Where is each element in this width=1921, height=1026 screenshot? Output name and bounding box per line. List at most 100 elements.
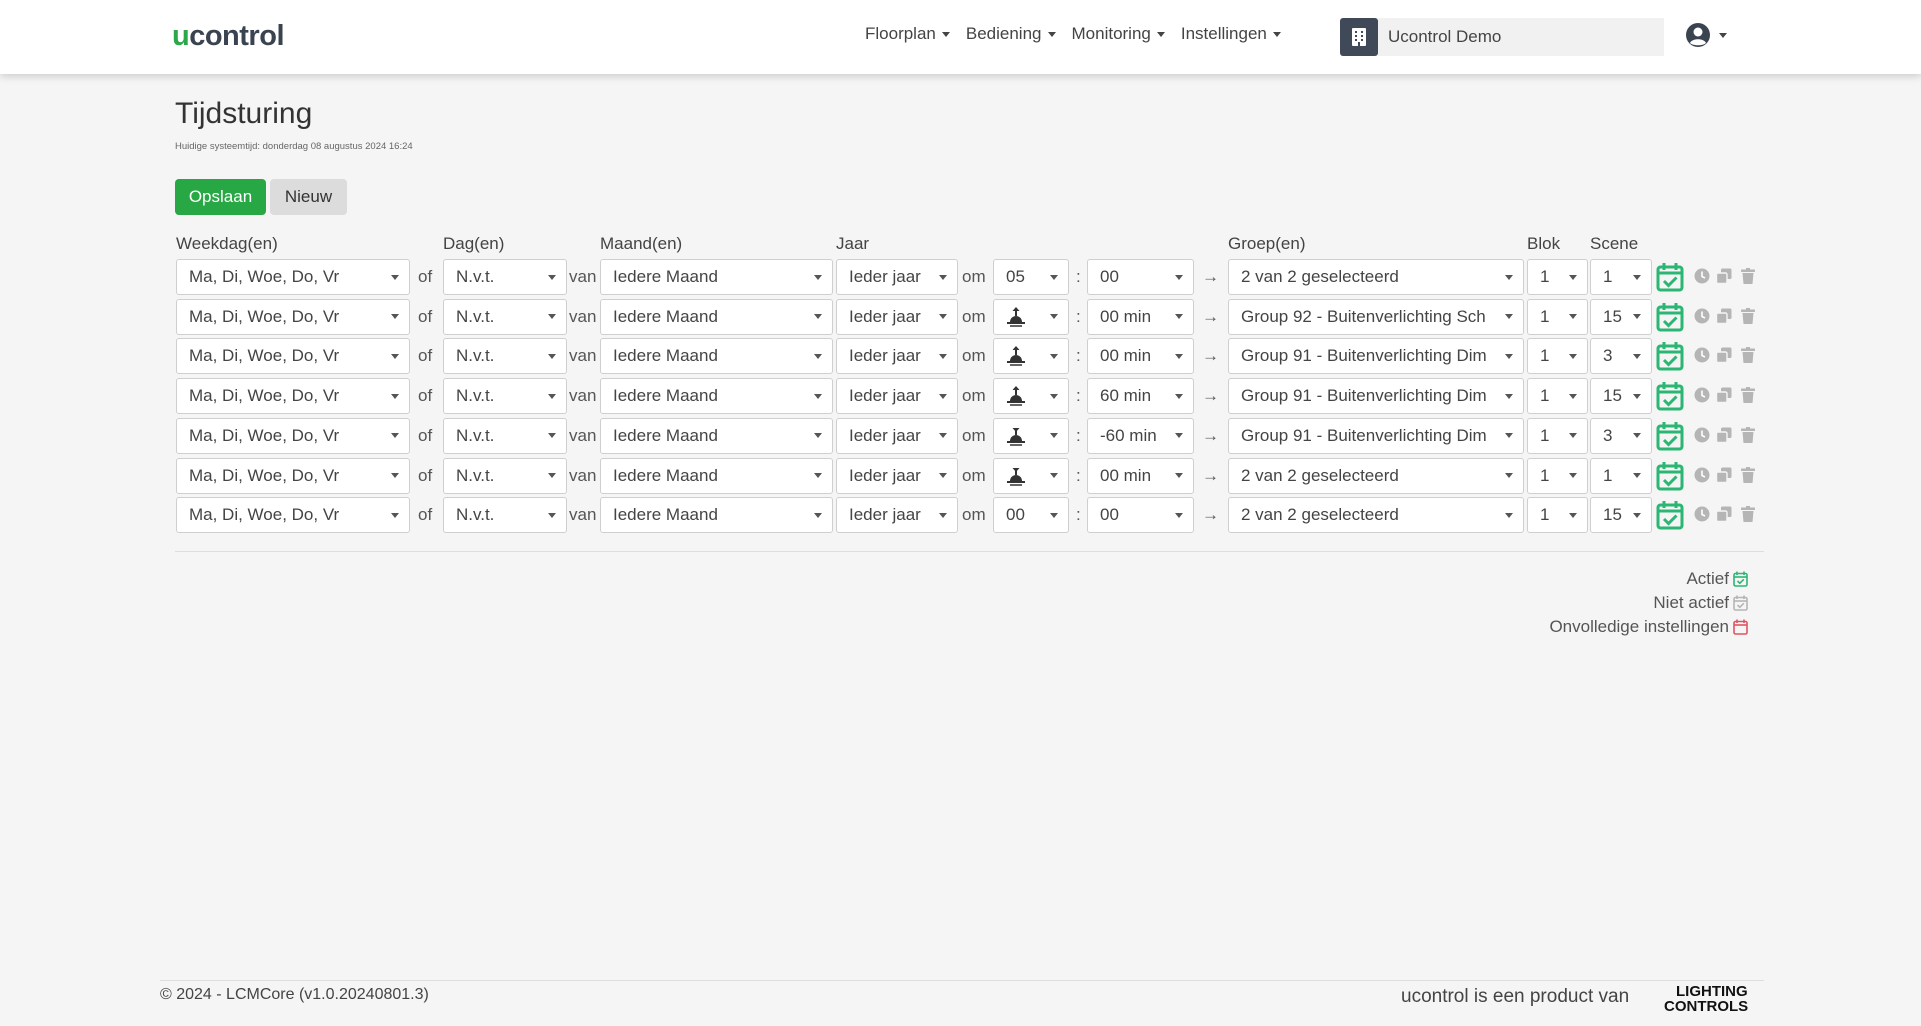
clock-icon[interactable] <box>1694 308 1710 329</box>
trash-icon[interactable] <box>1741 387 1755 408</box>
weekday-select[interactable]: Ma, Di, Woe, Do, Vr <box>176 298 410 335</box>
weekday-select[interactable]: Ma, Di, Woe, Do, Vr <box>176 338 410 375</box>
copy-icon[interactable] <box>1715 308 1732 329</box>
block-select[interactable]: 1 <box>1527 417 1588 454</box>
user-menu[interactable] <box>1685 22 1727 48</box>
month-select[interactable]: Iedere Maand <box>600 497 833 534</box>
calendar-check-active-icon[interactable] <box>1656 381 1684 416</box>
hour-select[interactable] <box>993 457 1069 494</box>
scene-select[interactable]: 15 <box>1590 497 1652 534</box>
hour-select[interactable]: 05 <box>993 259 1069 295</box>
block-select[interactable]: 1 <box>1527 298 1588 335</box>
trash-icon[interactable] <box>1741 307 1755 329</box>
nav-monitoring[interactable]: Monitoring <box>1072 24 1165 44</box>
trash-icon[interactable] <box>1741 347 1755 368</box>
hour-select[interactable]: 00 <box>993 497 1069 534</box>
day-select[interactable]: N.v.t. <box>443 378 567 415</box>
copy-icon[interactable] <box>1715 427 1732 448</box>
copy-icon[interactable] <box>1715 467 1732 488</box>
copy-icon[interactable] <box>1715 387 1732 408</box>
clock-icon[interactable] <box>1694 427 1710 448</box>
minute-select[interactable]: 00 <box>1087 259 1194 295</box>
scene-select[interactable]: 1 <box>1590 259 1652 295</box>
weekday-select[interactable]: Ma, Di, Woe, Do, Vr <box>176 457 410 494</box>
calendar-check-active-icon[interactable] <box>1656 461 1684 496</box>
scene-select[interactable]: 1 <box>1590 457 1652 494</box>
nav-instellingen[interactable]: Instellingen <box>1181 24 1281 44</box>
clock-icon[interactable] <box>1694 506 1710 527</box>
weekday-select[interactable]: Ma, Di, Woe, Do, Vr <box>176 417 410 454</box>
year-select[interactable]: Ieder jaar <box>836 338 958 375</box>
trash-icon[interactable] <box>1741 426 1755 448</box>
new-button[interactable]: Nieuw <box>270 179 347 215</box>
clock-icon[interactable] <box>1694 467 1710 488</box>
minute-select[interactable]: 00 min <box>1087 338 1194 375</box>
day-select[interactable]: N.v.t. <box>443 457 567 494</box>
calendar-check-active-icon[interactable] <box>1656 302 1684 337</box>
trash-icon[interactable] <box>1741 268 1755 289</box>
hour-select[interactable] <box>993 298 1069 335</box>
day-select[interactable]: N.v.t. <box>443 298 567 335</box>
clock-icon[interactable] <box>1694 387 1710 408</box>
calendar-check-active-icon[interactable] <box>1656 341 1684 376</box>
year-select[interactable]: Ieder jaar <box>836 298 958 335</box>
day-select[interactable]: N.v.t. <box>443 497 567 534</box>
site-selector[interactable]: Ucontrol Demo <box>1340 18 1664 56</box>
copy-icon[interactable] <box>1715 347 1732 368</box>
copy-icon[interactable] <box>1715 268 1732 289</box>
block-select[interactable]: 1 <box>1527 497 1588 534</box>
group-select[interactable]: 2 van 2 geselecteerd <box>1228 259 1524 295</box>
scene-select[interactable]: 3 <box>1590 417 1652 454</box>
block-select[interactable]: 1 <box>1527 259 1588 295</box>
month-select[interactable]: Iedere Maand <box>600 338 833 375</box>
scene-select[interactable]: 15 <box>1590 378 1652 415</box>
month-select[interactable]: Iedere Maand <box>600 457 833 494</box>
group-select[interactable]: Group 91 - Buitenverlichting Dim <box>1228 417 1524 454</box>
nav-bediening[interactable]: Bediening <box>966 24 1056 44</box>
minute-select[interactable]: 00 min <box>1087 298 1194 335</box>
month-select[interactable]: Iedere Maand <box>600 298 833 335</box>
hour-select[interactable] <box>993 417 1069 454</box>
group-select[interactable]: 2 van 2 geselecteerd <box>1228 497 1524 534</box>
group-select[interactable]: Group 91 - Buitenverlichting Dim <box>1228 338 1524 375</box>
block-select[interactable]: 1 <box>1527 378 1588 415</box>
group-select[interactable]: Group 91 - Buitenverlichting Dim <box>1228 378 1524 415</box>
minute-select[interactable]: -60 min <box>1087 417 1194 454</box>
calendar-check-active-icon[interactable] <box>1656 500 1684 535</box>
scene-select[interactable]: 15 <box>1590 298 1652 335</box>
block-select[interactable]: 1 <box>1527 338 1588 375</box>
weekday-select[interactable]: Ma, Di, Woe, Do, Vr <box>176 497 410 534</box>
calendar-check-active-icon[interactable] <box>1656 262 1684 297</box>
clock-icon[interactable] <box>1694 268 1710 289</box>
day-select[interactable]: N.v.t. <box>443 417 567 454</box>
year-select[interactable]: Ieder jaar <box>836 417 958 454</box>
month-select[interactable]: Iedere Maand <box>600 378 833 415</box>
trash-icon[interactable] <box>1741 466 1755 488</box>
group-select[interactable]: Group 92 - Buitenverlichting Sch <box>1228 298 1524 335</box>
weekday-select[interactable]: Ma, Di, Woe, Do, Vr <box>176 378 410 415</box>
hour-select[interactable] <box>993 378 1069 415</box>
save-button[interactable]: Opslaan <box>175 179 266 215</box>
year-select[interactable]: Ieder jaar <box>836 378 958 415</box>
hour-select[interactable] <box>993 338 1069 375</box>
minute-select[interactable]: 00 <box>1087 497 1194 534</box>
minute-select[interactable]: 00 min <box>1087 457 1194 494</box>
calendar-check-active-icon[interactable] <box>1656 421 1684 456</box>
block-select[interactable]: 1 <box>1527 457 1588 494</box>
day-select[interactable]: N.v.t. <box>443 259 567 295</box>
year-select[interactable]: Ieder jaar <box>836 497 958 534</box>
year-select[interactable]: Ieder jaar <box>836 259 958 295</box>
ucontrol-logo[interactable]: u contr o l <box>172 16 284 56</box>
nav-floorplan[interactable]: Floorplan <box>865 24 950 44</box>
day-select[interactable]: N.v.t. <box>443 338 567 375</box>
lighting-controls-logo[interactable]: LIGHTING CONTROLS <box>1664 984 1764 1016</box>
month-select[interactable]: Iedere Maand <box>600 259 833 295</box>
group-select[interactable]: 2 van 2 geselecteerd <box>1228 457 1524 494</box>
weekday-select[interactable]: Ma, Di, Woe, Do, Vr <box>176 259 410 295</box>
month-select[interactable]: Iedere Maand <box>600 417 833 454</box>
trash-icon[interactable] <box>1741 506 1755 527</box>
scene-select[interactable]: 3 <box>1590 338 1652 375</box>
copy-icon[interactable] <box>1715 506 1732 527</box>
minute-select[interactable]: 60 min <box>1087 378 1194 415</box>
year-select[interactable]: Ieder jaar <box>836 457 958 494</box>
